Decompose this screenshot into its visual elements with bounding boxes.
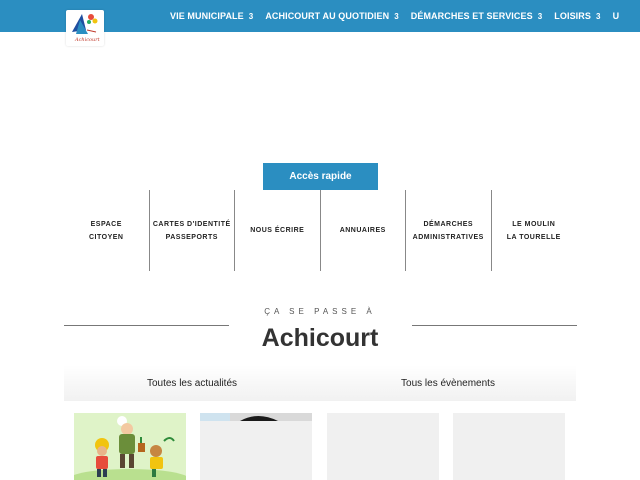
quick-link-annuaires[interactable]: ANNUAIRES xyxy=(319,190,406,271)
quick-access-button[interactable]: Accès rapide xyxy=(263,163,378,190)
quick-link-label: NOUS ÉCRIRE xyxy=(250,227,305,234)
news-card[interactable] xyxy=(327,413,439,480)
quick-link-label: DÉMARCHES ADMINISTRATIVES xyxy=(412,220,484,241)
search-icon[interactable]: U xyxy=(613,11,620,21)
logo-text: Achicourt xyxy=(75,37,100,43)
news-card-image xyxy=(200,413,312,480)
quick-link-label: LE MOULIN LA TOURELLE xyxy=(506,220,561,241)
quick-link-nous-ecrire[interactable]: NOUS ÉCRIRE xyxy=(234,190,320,271)
site-logo[interactable]: Achicourt xyxy=(66,10,104,46)
nav-item-label: VIE MUNICIPALE xyxy=(170,11,244,21)
main-nav: VIE MUNICIPALE 3 ACHICOURT AU QUOTIDIEN … xyxy=(170,0,619,32)
nav-item-vie-municipale[interactable]: VIE MUNICIPALE 3 xyxy=(170,11,253,21)
chevron-down-icon: 3 xyxy=(537,11,543,21)
news-card[interactable] xyxy=(200,413,312,480)
quick-link-le-moulin[interactable]: LE MOULIN LA TOURELLE xyxy=(490,190,577,271)
tab-all-events[interactable]: Tous les évènements xyxy=(320,365,576,401)
chevron-down-icon: 3 xyxy=(394,11,399,21)
nav-item-achicourt-au-quotidien[interactable]: ACHICOURT AU QUOTIDIEN 3 xyxy=(265,11,398,21)
chevron-down-icon: 3 xyxy=(596,11,601,21)
quick-link-label: ANNUAIRES xyxy=(339,227,386,234)
nav-item-label: LOISIRS xyxy=(554,11,591,21)
section-kicker: ÇA SE PASSE À xyxy=(264,307,376,316)
section-title: Achicourt xyxy=(261,324,379,352)
nav-item-loisirs[interactable]: LOISIRS 3 xyxy=(554,11,600,21)
news-card[interactable] xyxy=(453,413,565,480)
quick-link-demarches-administratives[interactable]: DÉMARCHES ADMINISTRATIVES xyxy=(405,190,491,271)
quick-link-cartes-identite[interactable]: CARTES D'IDENTITÉ PASSEPORTS xyxy=(148,190,235,271)
quick-access-links: ESPACE CITOYEN CARTES D'IDENTITÉ PASSEPO… xyxy=(64,190,576,271)
nav-item-label: ACHICOURT AU QUOTIDIEN xyxy=(265,11,390,21)
news-cards xyxy=(74,413,566,480)
nav-item-demarches-et-services[interactable]: DÉMARCHES ET SERVICES 3 xyxy=(411,11,543,21)
news-card[interactable] xyxy=(74,413,186,480)
chevron-down-icon: 3 xyxy=(248,11,254,21)
nav-item-label: DÉMARCHES ET SERVICES xyxy=(410,11,533,21)
quick-link-label: ESPACE CITOYEN xyxy=(89,220,124,241)
children-gardening-illustration xyxy=(74,413,186,480)
news-tabs: Toutes les actualités Tous les évènement… xyxy=(64,365,576,401)
tab-all-news[interactable]: Toutes les actualités xyxy=(64,365,320,401)
quick-link-label: CARTES D'IDENTITÉ PASSEPORTS xyxy=(152,220,231,241)
quick-link-espace-citoyen[interactable]: ESPACE CITOYEN xyxy=(64,190,149,271)
